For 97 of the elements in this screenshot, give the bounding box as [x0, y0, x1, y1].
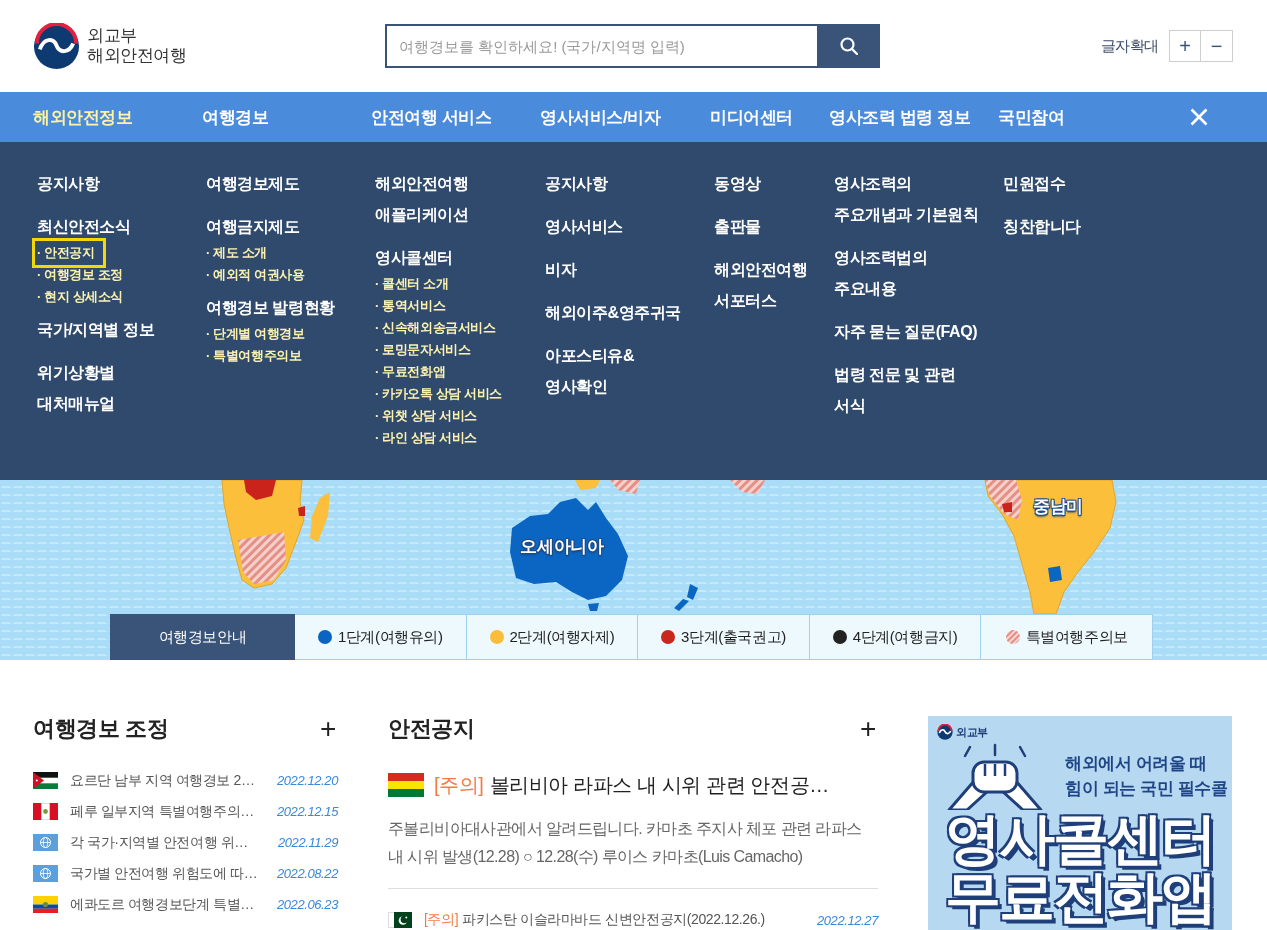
region-label: 중남미: [1033, 495, 1083, 518]
submenu-link[interactable]: · 카카오톡 상담 서비스: [375, 383, 502, 405]
ecuador-flag-icon: [33, 896, 58, 913]
ministry-emblem-icon: [937, 724, 953, 740]
caution-label: [주의]: [424, 911, 459, 929]
date-text: 2022.06.23: [276, 897, 338, 912]
alert-title-link[interactable]: 국가별 안전여행 위험도에 따…: [70, 864, 258, 883]
banner-tagline: 힘이 되는 국민 필수콜: [1065, 778, 1228, 800]
date-text: 2022.12.27: [816, 912, 878, 928]
banner-brand: 외교부: [956, 724, 988, 740]
menu-link[interactable]: 여행경보 발령현황: [206, 292, 335, 323]
menu-link[interactable]: 영사콜센터: [375, 242, 453, 273]
uruguay-map-shape: [1048, 566, 1062, 582]
menu-link[interactable]: 영사서비스: [545, 211, 623, 242]
globe-flag-icon: [33, 865, 58, 882]
menu-link[interactable]: 여행경보제도: [206, 168, 300, 199]
close-icon: [1190, 108, 1208, 126]
logo-text[interactable]: 외교부: [87, 26, 137, 46]
menu-link[interactable]: 위기상황별 대처매뉴얼: [37, 357, 115, 419]
menu-link[interactable]: 민원접수: [1003, 168, 1066, 199]
submenu-link[interactable]: · 제도 소개: [206, 242, 267, 264]
legend-label: 1단계(여행유의): [337, 627, 443, 647]
alert-title-link[interactable]: 요르단 남부 지역 여행경보 2…: [70, 771, 255, 790]
alert-title-link[interactable]: 페루 일부지역 특별여행주의…: [70, 802, 254, 821]
banner-headline: 무료전화앱: [944, 868, 1216, 926]
submenu-link[interactable]: · 예외적 여권사용: [206, 264, 305, 286]
jordan-flag-icon: [33, 772, 58, 789]
legend-label: 4단계(여행금지): [852, 627, 958, 647]
logo-text[interactable]: 해외안전여행: [87, 46, 187, 66]
menu-link[interactable]: 법령 전문 및 관련 서식: [834, 359, 956, 421]
legend-label: 3단계(출국권고): [681, 627, 786, 647]
level-3-area-shape: [298, 506, 305, 516]
search-icon: [839, 37, 858, 55]
legend-title: 여행경보안내: [110, 614, 295, 660]
menu-link[interactable]: 출판물: [714, 211, 761, 242]
submenu-link[interactable]: · 콜센터 소개: [375, 273, 449, 295]
submenu-link[interactable]: · 라인 상담 서비스: [375, 427, 477, 449]
notice-title-link[interactable]: 볼리비아 라파스 내 시위 관련 안전공…: [489, 771, 829, 799]
alert-title-link[interactable]: 에콰도르 여행경보단계 특별…: [70, 895, 254, 914]
ministry-emblem-icon[interactable]: [33, 22, 80, 70]
menu-link[interactable]: 해외안전여행 서포터스: [714, 254, 808, 316]
section-title: 여행경보 조정: [33, 715, 169, 743]
submenu-link[interactable]: · 위챗 상담 서비스: [375, 405, 477, 427]
submenu-link[interactable]: · 단계별 여행경보: [206, 323, 305, 345]
region-label: 오세아니아: [520, 535, 604, 558]
more-button[interactable]: +: [860, 715, 876, 743]
submenu-link[interactable]: · 무료전화앱: [375, 361, 446, 383]
submenu-link[interactable]: · 안전공지: [32, 238, 106, 268]
search-button[interactable]: [817, 24, 880, 68]
new-zealand-map-shape: [674, 584, 698, 611]
advisory-area-shape: [238, 532, 286, 584]
menu-link[interactable]: 아포스티유& 영사확인: [545, 340, 635, 402]
date-text: 2022.12.15: [276, 804, 338, 819]
submenu-link[interactable]: · 통역서비스: [375, 295, 446, 317]
font-size-button[interactable]: −: [1201, 30, 1233, 62]
advisory-area-shape: [985, 480, 1022, 520]
menu-link[interactable]: 영사조력의 주요개념과 기본원칙: [834, 168, 979, 230]
menu-link[interactable]: 공지사항: [37, 168, 100, 199]
menu-link[interactable]: 공지사항: [545, 168, 608, 199]
date-text: 2022.12.20: [276, 773, 338, 788]
caution-label: [주의]: [434, 772, 484, 798]
notice-summary: 주볼리비아대사관에서 알려드립니다. 카마초 주지사 체포 관련 라파스 내 시위 발생(12.28) ○ 12.28(수) 루이스 카마초(Luis Camacho): [388, 819, 863, 867]
menu-link[interactable]: 해외안전여행 애플리케이션: [375, 168, 469, 230]
level-3-area-shape: [1002, 502, 1012, 512]
menu-link[interactable]: 영사조력법의 주요내용: [834, 242, 928, 304]
banner-headline: 영사콜센터: [944, 810, 1216, 868]
legend-label: 2단계(여행자제): [509, 627, 615, 647]
clasped-hands-icon: [945, 742, 1045, 810]
legend-label: 특별여행주의보: [1025, 627, 1128, 647]
madagascar-map-shape: [310, 492, 330, 542]
date-text: 2022.08.22: [276, 866, 338, 881]
close-button[interactable]: [1190, 108, 1208, 126]
menu-link[interactable]: 자주 묻는 질문(FAQ): [834, 316, 978, 347]
submenu-link[interactable]: · 신속해외송금서비스: [375, 317, 496, 339]
submenu-link[interactable]: · 현지 상세소식: [37, 286, 123, 308]
submenu-link[interactable]: · 로밍문자서비스: [375, 339, 471, 361]
submenu-link[interactable]: · 특별여행주의보: [206, 345, 302, 367]
font-size-label: 글자확대: [1100, 36, 1159, 56]
notice-title-link[interactable]: 파키스탄 이슬라마바드 신변안전공지(2022.12.26.): [462, 911, 765, 929]
tasmania-map-shape: [588, 603, 599, 611]
section-title: 안전공지: [388, 715, 475, 743]
call-center-banner[interactable]: 외교부 해외에서 어려울 때 힘이 되는 국민 필수콜 영사콜센터 무료전화앱: [928, 716, 1232, 930]
bolivia-flag-icon: [388, 773, 424, 797]
menu-link[interactable]: 국가/지역별 정보: [37, 314, 155, 345]
globe-flag-icon: [33, 834, 58, 851]
menu-link[interactable]: 해외이주&영주귀국: [545, 297, 681, 328]
search-field[interactable]: 여행경보를 확인하세요! (국가/지역명 입력): [385, 24, 817, 68]
alert-title-link[interactable]: 각 국가·지역별 안전여행 위…: [70, 833, 248, 852]
date-text: 2022.11.29: [277, 835, 338, 850]
menu-link[interactable]: 칭찬합니다: [1003, 211, 1081, 242]
menu-link[interactable]: 비자: [545, 254, 577, 285]
font-size-button[interactable]: +: [1169, 30, 1201, 62]
more-button[interactable]: +: [320, 715, 336, 743]
banner-tagline: 해외에서 어려울 때: [1065, 753, 1207, 775]
menu-link[interactable]: 여행금지제도: [206, 211, 300, 242]
menu-link[interactable]: 동영상: [714, 168, 761, 199]
peru-flag-icon: [33, 803, 58, 820]
